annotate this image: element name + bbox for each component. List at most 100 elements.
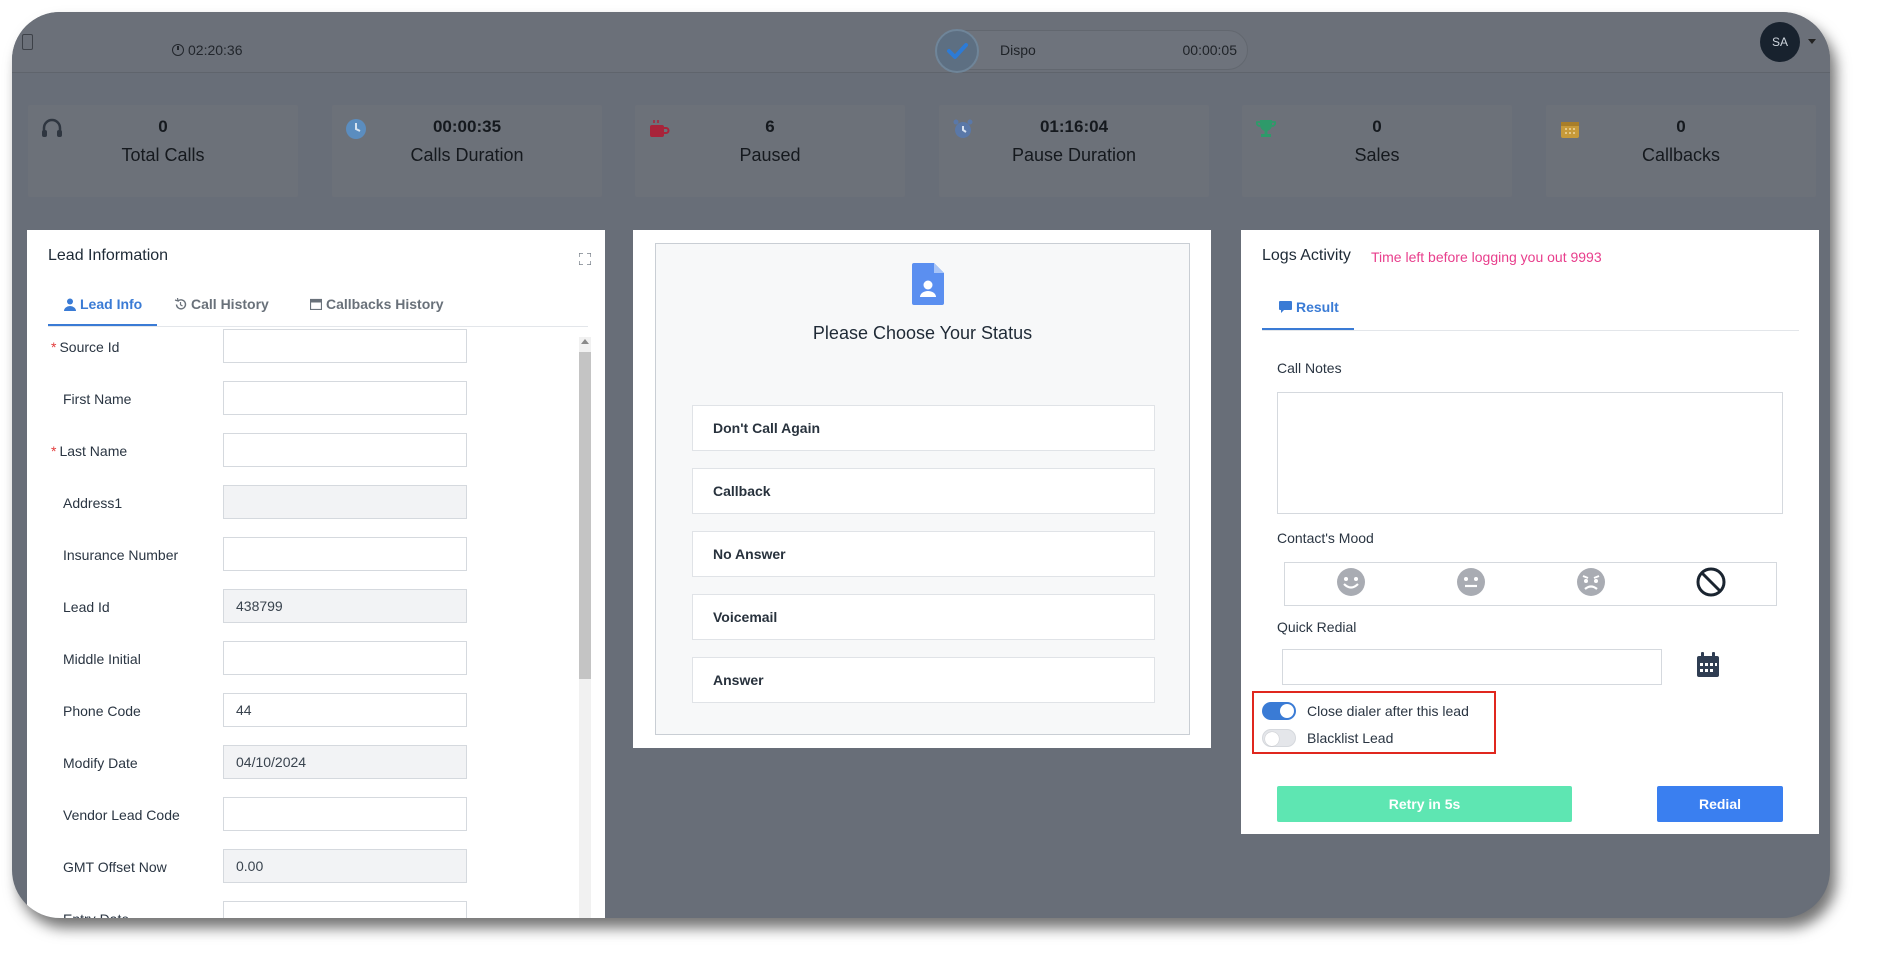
avatar[interactable]: SA	[1760, 22, 1800, 62]
stat-calls-duration: 00:00:35 Calls Duration	[332, 105, 602, 197]
status-option-button[interactable]: No Answer	[692, 531, 1155, 577]
redial-button[interactable]: Redial	[1657, 786, 1783, 822]
stat-value: 00:00:35	[432, 117, 502, 136]
tab-divider	[48, 326, 588, 327]
status-card: Please Choose Your Status Don't Call Aga…	[655, 243, 1190, 735]
ban-icon[interactable]	[1695, 566, 1727, 598]
call-notes-textarea[interactable]	[1277, 392, 1783, 514]
field-label-text: Entry Date	[63, 911, 129, 918]
stat-label: Callbacks	[1641, 145, 1721, 165]
logs-activity-panel: Logs Activity Time left before logging y…	[1241, 230, 1819, 834]
calendar-icon[interactable]	[1696, 652, 1720, 678]
quick-redial-input[interactable]	[1282, 649, 1662, 685]
check-icon	[935, 29, 979, 73]
status-option-button[interactable]: Answer	[692, 657, 1155, 703]
close-dialer-toggle[interactable]	[1262, 702, 1296, 720]
contacts-mood-label: Contact's Mood	[1277, 530, 1374, 546]
tab-label: Result	[1296, 299, 1339, 315]
user-icon	[64, 298, 76, 311]
dispo-label: Dispo	[1000, 42, 1036, 58]
stat-value: 6	[765, 117, 775, 136]
status-option-button[interactable]: Callback	[692, 468, 1155, 514]
dispo-duration: 00:00:05	[1182, 42, 1238, 58]
call-notes-label: Call Notes	[1277, 360, 1342, 376]
field-label-text: Middle Initial	[63, 651, 141, 667]
session-timer: 02:20:36	[172, 42, 243, 58]
blacklist-lead-toggle[interactable]	[1262, 729, 1296, 747]
field-input[interactable]: 438799	[223, 589, 467, 623]
stat-label: Calls Duration	[410, 145, 524, 165]
field-input[interactable]: 44	[223, 693, 467, 727]
scrollbar-thumb[interactable]	[579, 352, 591, 679]
field-label-text: Insurance Number	[63, 547, 179, 563]
status-title: Please Choose Your Status	[812, 323, 1033, 343]
session-timer-value: 02:20:36	[188, 42, 243, 58]
field-input[interactable]	[223, 641, 467, 675]
stat-callbacks: 0 Callbacks	[1546, 105, 1816, 197]
field-input[interactable]: 0.00	[223, 849, 467, 883]
tab-result[interactable]: Result	[1279, 299, 1339, 315]
caret-down-icon[interactable]	[1808, 39, 1816, 44]
field-label-text: Phone Code	[63, 703, 141, 719]
stat-label: Total Calls	[121, 145, 205, 165]
field-label-text: Last Name	[59, 443, 128, 459]
tab-callbacks-history[interactable]: Callbacks History	[310, 296, 444, 312]
stat-pause-duration: 01:16:04 Pause Duration	[939, 105, 1209, 197]
tab-label: Call History	[191, 296, 269, 312]
stat-value: 0	[1372, 117, 1382, 136]
status-option-button[interactable]: Don't Call Again	[692, 405, 1155, 451]
field-label-text: Address1	[63, 495, 123, 511]
field-label: GMT Offset Now	[63, 859, 167, 875]
retry-button[interactable]: Retry in 5s	[1277, 786, 1572, 822]
field-label: Address1	[63, 495, 122, 511]
scroll-up-icon[interactable]	[581, 339, 589, 344]
field-label-text: Modify Date	[63, 755, 138, 771]
top-bar: 02:20:36 Dispo 00:00:05 SA	[12, 12, 1830, 73]
required-asterisk: *	[51, 339, 57, 355]
app-frame: 02:20:36 Dispo 00:00:05 SA 0 Total Calls…	[12, 12, 1830, 918]
history-icon	[174, 297, 187, 310]
stat-value: 0	[1676, 117, 1686, 136]
field-label-text: Lead Id	[63, 599, 110, 615]
field-label: Phone Code	[63, 703, 141, 719]
field-label: Entry Date	[63, 911, 129, 918]
field-label-text: Source Id	[59, 339, 120, 355]
tab-lead-info[interactable]: Lead Info	[64, 296, 142, 312]
stat-value: 0	[158, 117, 168, 136]
phone-icon[interactable]	[22, 34, 33, 50]
status-option-button[interactable]: Voicemail	[692, 594, 1155, 640]
field-input[interactable]	[223, 433, 467, 467]
stat-sales: 0 Sales	[1242, 105, 1512, 197]
contact-file-icon	[912, 263, 944, 305]
expand-icon[interactable]	[579, 253, 591, 265]
field-input[interactable]: 04/10/2024	[223, 745, 467, 779]
field-label: Lead Id	[63, 599, 110, 615]
calendar-icon	[310, 298, 322, 310]
field-input[interactable]	[223, 537, 467, 571]
toggle-knob	[1265, 732, 1279, 746]
tab-label: Lead Info	[80, 296, 143, 312]
tab-divider	[1262, 330, 1799, 331]
blacklist-lead-label: Blacklist Lead	[1307, 730, 1394, 746]
stat-value: 01:16:04	[1039, 117, 1109, 136]
field-input[interactable]	[223, 901, 467, 918]
dispo-status-pill: Dispo 00:00:05	[935, 29, 1248, 73]
angry-face-icon[interactable]	[1575, 566, 1607, 598]
field-label: * Source Id	[51, 339, 119, 355]
field-input[interactable]	[223, 329, 467, 363]
neutral-face-icon[interactable]	[1455, 566, 1487, 598]
status-panel: Please Choose Your Status Don't Call Aga…	[633, 230, 1211, 748]
field-label: First Name	[63, 391, 131, 407]
stat-label: Paused	[739, 145, 801, 165]
field-label: Modify Date	[63, 755, 138, 771]
stat-paused: 6 Paused	[635, 105, 905, 197]
toggle-knob	[1280, 704, 1294, 718]
happy-face-icon[interactable]	[1335, 566, 1367, 598]
field-input[interactable]	[223, 485, 467, 519]
field-input[interactable]	[223, 381, 467, 415]
tab-call-history[interactable]: Call History	[174, 296, 269, 312]
logout-warning: Time left before logging you out 9993	[1371, 249, 1602, 265]
stat-label: Pause Duration	[1011, 145, 1137, 165]
close-dialer-label: Close dialer after this lead	[1307, 703, 1469, 719]
field-input[interactable]	[223, 797, 467, 831]
